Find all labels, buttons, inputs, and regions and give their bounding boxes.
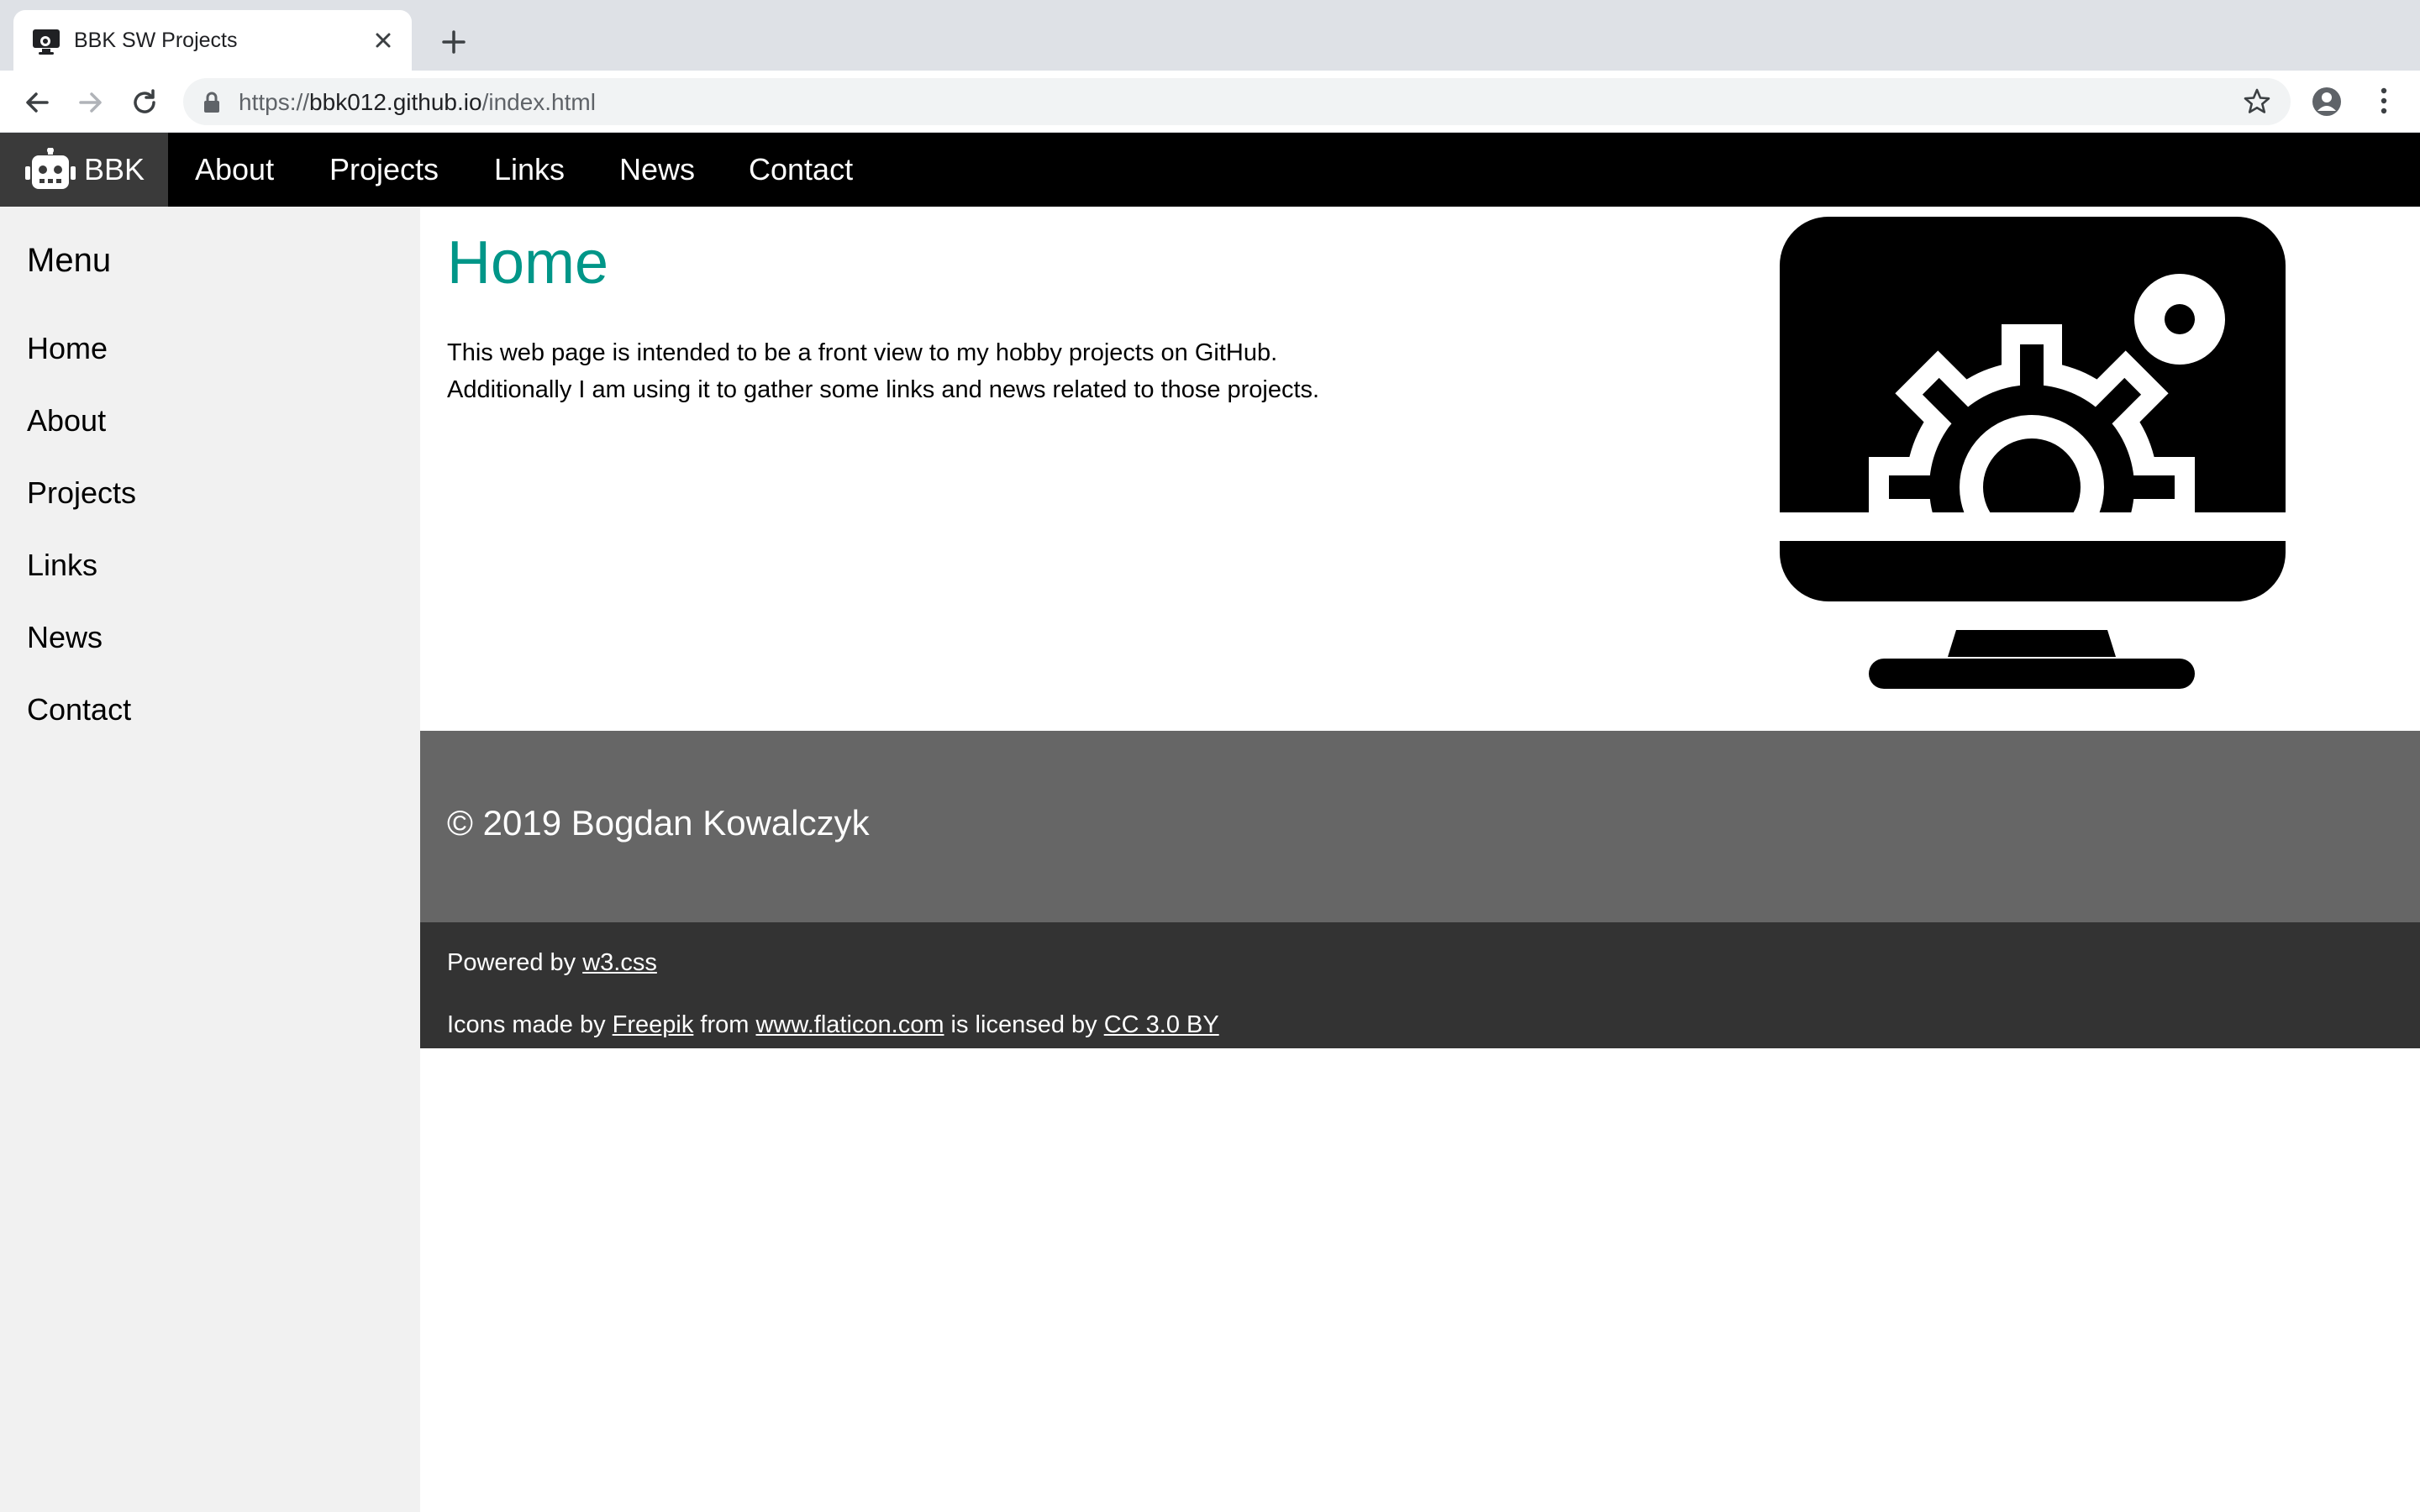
sidebar-item-projects[interactable]: Projects	[27, 475, 136, 511]
browser-toolbar: https://bbk012.github.io/index.html	[0, 71, 2420, 133]
topnav-contact[interactable]: Contact	[749, 133, 853, 207]
icons-credit-from: from	[693, 1011, 756, 1038]
page-title: Home	[447, 229, 609, 297]
url-text: https://bbk012.github.io/index.html	[239, 89, 596, 116]
icons-credit-line: Icons made by Freepik from www.flaticon.…	[447, 1011, 1219, 1039]
brand-link[interactable]: BBK	[0, 133, 168, 207]
more-menu-icon[interactable]	[2371, 84, 2396, 118]
forward-icon[interactable]	[74, 86, 108, 119]
new-tab-icon[interactable]	[437, 25, 471, 59]
sidebar-item-about[interactable]: About	[27, 403, 106, 438]
top-navbar: BBK About Projects Links News Contact	[0, 133, 2420, 207]
url-host: bbk012.github.io	[309, 89, 482, 115]
intro-line-1: This web page is intended to be a front …	[447, 339, 1278, 366]
w3css-link[interactable]: w3.css	[582, 949, 657, 976]
browser-tab[interactable]: BBK SW Projects	[13, 10, 412, 71]
address-bar[interactable]: https://bbk012.github.io/index.html	[183, 78, 2291, 125]
topnav-projects[interactable]: Projects	[329, 133, 439, 207]
tab-title: BBK SW Projects	[74, 29, 238, 52]
reload-icon[interactable]	[128, 86, 161, 119]
flaticon-link[interactable]: www.flaticon.com	[755, 1011, 944, 1038]
sidebar-item-news[interactable]: News	[27, 620, 103, 655]
back-icon[interactable]	[20, 86, 54, 119]
close-icon[interactable]	[368, 25, 398, 55]
sidebar: Menu Home About Projects Links News Cont…	[0, 207, 420, 1512]
footer-top: © 2019 Bogdan Kowalczyk	[420, 731, 2420, 922]
intro-text: This web page is intended to be a front …	[447, 334, 1707, 408]
icons-credit-licensed: is licensed by	[944, 1011, 1104, 1038]
sidebar-item-links[interactable]: Links	[27, 548, 97, 583]
robot-icon	[25, 148, 76, 189]
topnav-news[interactable]: News	[619, 133, 695, 207]
browser-tabstrip: BBK SW Projects	[0, 0, 2420, 71]
monitor-gear-icon	[33, 29, 60, 55]
url-path: /index.html	[481, 89, 596, 115]
bookmark-star-icon[interactable]	[2242, 87, 2272, 117]
lock-icon	[204, 92, 219, 113]
powered-by-line: Powered by w3.css	[447, 949, 657, 977]
profile-icon[interactable]	[2311, 86, 2343, 118]
sidebar-item-home[interactable]: Home	[27, 331, 108, 366]
topnav-about[interactable]: About	[195, 133, 274, 207]
intro-line-2: Additionally I am using it to gather som…	[447, 376, 1320, 403]
footer-bottom: Powered by w3.css Icons made by Freepik …	[420, 922, 2420, 1048]
license-link[interactable]: CC 3.0 BY	[1104, 1011, 1219, 1038]
sidebar-title: Menu	[27, 242, 112, 279]
monitor-gear-icon	[1780, 217, 2286, 689]
freepik-link[interactable]: Freepik	[613, 1011, 694, 1038]
brand-label: BBK	[84, 152, 145, 186]
topnav-links[interactable]: Links	[494, 133, 565, 207]
powered-by-label: Powered by	[447, 949, 583, 976]
url-scheme: https://	[239, 89, 310, 115]
copyright-text: © 2019 Bogdan Kowalczyk	[447, 803, 870, 843]
icons-credit-prefix: Icons made by	[447, 1011, 613, 1038]
sidebar-item-contact[interactable]: Contact	[27, 692, 131, 727]
